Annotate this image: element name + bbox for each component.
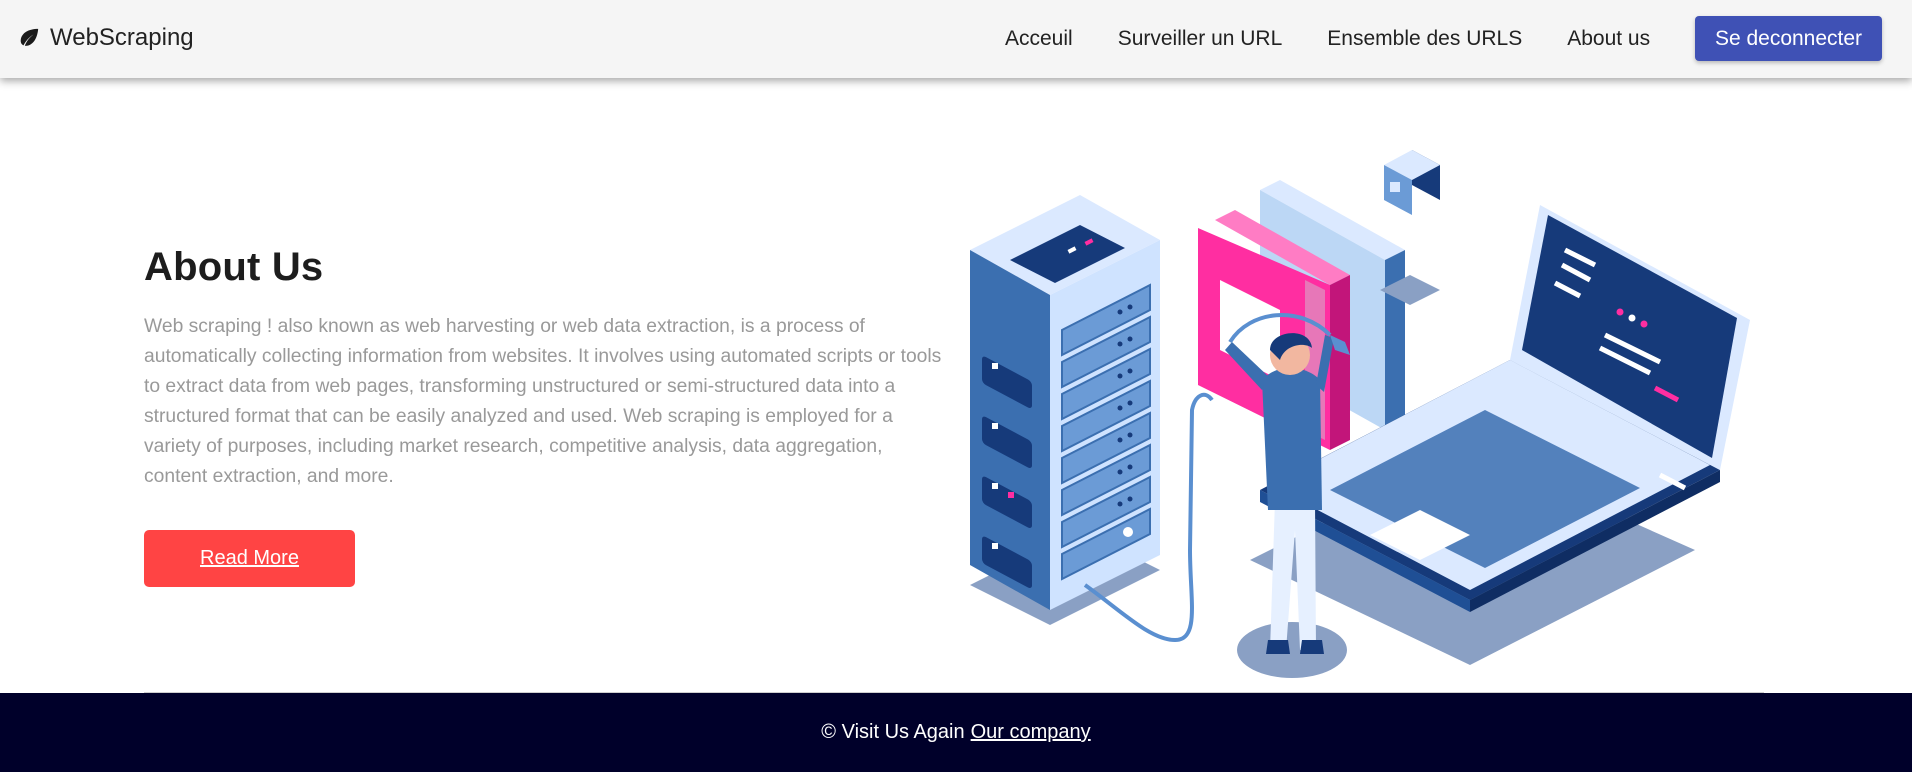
about-section: About Us Web scraping ! also known as we… [144, 245, 944, 492]
server-laptop-illustration [970, 150, 1750, 678]
nav-link-surveiller[interactable]: Surveiller un URL [1118, 27, 1283, 51]
brand-name: WebScraping [50, 24, 194, 51]
footer-text: © Visit Us Again [821, 721, 965, 743]
read-more-button[interactable]: Read More [144, 530, 355, 587]
nav-link-ensemble[interactable]: Ensemble des URLS [1327, 27, 1522, 51]
person-shadow [1237, 622, 1347, 678]
top-navbar: WebScraping Acceuil Surveiller un URL En… [0, 0, 1912, 78]
nav-link-about[interactable]: About us [1567, 27, 1650, 51]
about-text: Web scraping ! also known as web harvest… [144, 316, 942, 487]
brand[interactable]: WebScraping [18, 20, 194, 56]
footer: © Visit Us Again Our company [0, 693, 1912, 772]
server-rack [970, 195, 1160, 610]
nav-link-acceuil[interactable]: Acceuil [1005, 27, 1073, 51]
nav-links: Acceuil Surveiller un URL Ensemble des U… [1005, 0, 1695, 78]
leaf-icon [20, 28, 39, 46]
footer-company-link[interactable]: Our company [971, 721, 1091, 744]
about-title: About Us [144, 245, 324, 289]
logout-button[interactable]: Se deconnecter [1695, 16, 1882, 61]
